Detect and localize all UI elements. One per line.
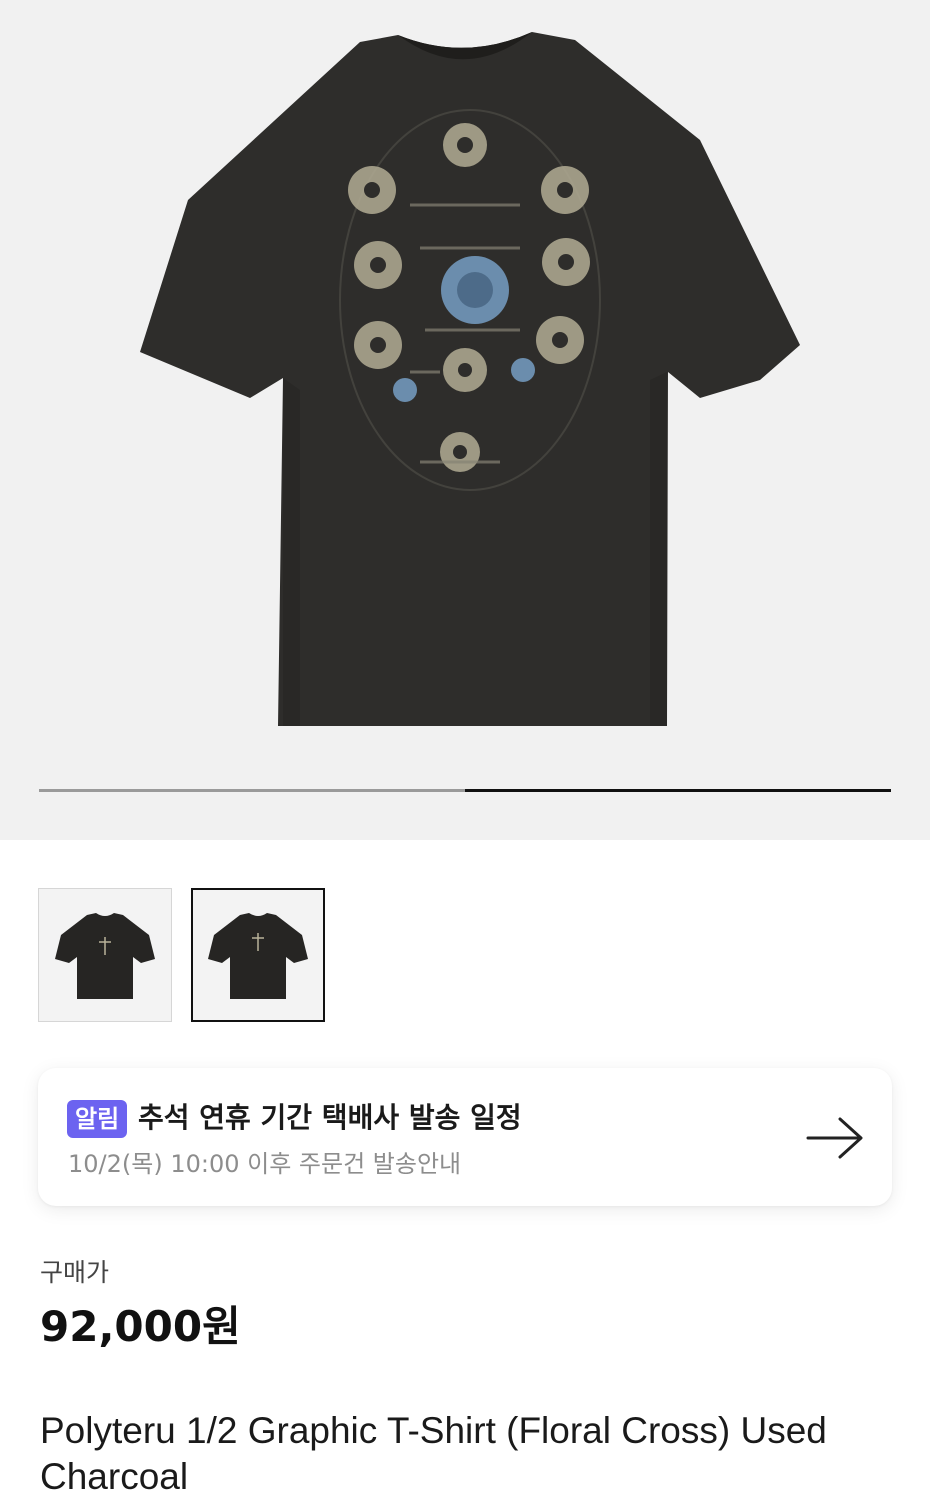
- thumbnail-front[interactable]: [38, 888, 172, 1022]
- arrow-right-icon[interactable]: [804, 1114, 866, 1162]
- price-label: 구매가: [40, 1258, 110, 1287]
- price-value: 92,000원: [40, 1302, 241, 1351]
- product-image-gallery[interactable]: [0, 0, 930, 840]
- notice-title: 추석 연휴 기간 택배사 발송 일정: [138, 1101, 522, 1134]
- thumbnail-back-image: [208, 913, 308, 999]
- gallery-progress-indicator: [465, 789, 891, 792]
- product-main-image[interactable]: [0, 0, 930, 840]
- gallery-progress-track: [39, 789, 891, 792]
- thumbnail-front-image: [55, 913, 155, 999]
- notice-card[interactable]: 알림 추석 연휴 기간 택배사 발송 일정 10/2(목) 10:00 이후 주…: [38, 1068, 892, 1206]
- notice-subtitle: 10/2(목) 10:00 이후 주문건 발송안내: [68, 1150, 462, 1178]
- notice-badge: 알림: [67, 1100, 128, 1138]
- product-name: Polyteru 1/2 Graphic T-Shirt (Floral Cro…: [40, 1410, 827, 1497]
- thumbnail-back[interactable]: [191, 888, 325, 1022]
